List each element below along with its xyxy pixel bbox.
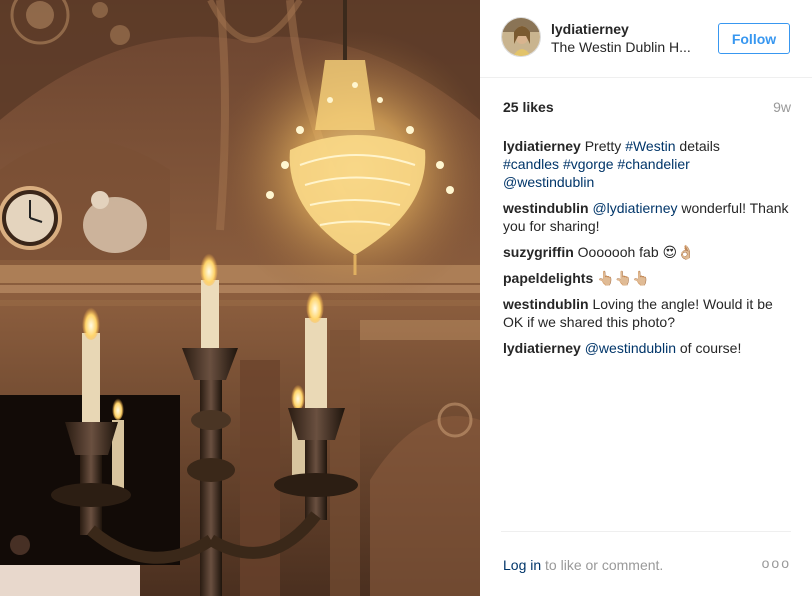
comment-username[interactable]: lydiatierney xyxy=(503,138,581,154)
comment-username[interactable]: lydiatierney xyxy=(503,340,581,356)
comment-item: papeldelights 👆🏼👆🏼👆🏼 xyxy=(503,269,793,287)
comment-footer: Log in to like or comment. ooo xyxy=(501,531,791,596)
mention-link[interactable]: @westindublin xyxy=(585,340,676,356)
mention-link[interactable]: @lydiatierney xyxy=(592,200,677,216)
comment-username[interactable]: westindublin xyxy=(503,200,589,216)
comment-text: 👆🏼👆🏼👆🏼 xyxy=(593,270,650,286)
post-header: lydiatierney The Westin Dublin H... Foll… xyxy=(480,0,812,78)
comment-item: westindublin @lydiatierney wonderful! Th… xyxy=(503,199,793,235)
likes-row: 25 likes 9w xyxy=(503,99,791,119)
caption-text: details xyxy=(675,138,720,154)
post-age[interactable]: 9w xyxy=(773,99,791,115)
location-link[interactable]: The Westin Dublin H... xyxy=(551,39,701,55)
avatar[interactable] xyxy=(501,17,541,57)
post-side-panel: lydiatierney The Westin Dublin H... Foll… xyxy=(480,0,812,596)
comment-username[interactable]: papeldelights xyxy=(503,270,593,286)
login-prompt-text: to like or comment. xyxy=(541,557,664,573)
ellipsis-icon[interactable]: ooo xyxy=(762,555,791,571)
comment-username[interactable]: suzygriffin xyxy=(503,244,574,260)
caption-text: Pretty xyxy=(580,138,626,154)
comment-text: Ooooooh fab 😍👌🏼 xyxy=(573,244,695,260)
hashtag-link[interactable]: #candles xyxy=(503,156,559,172)
comment-list: lydiatierney Pretty #Westin details #can… xyxy=(503,137,793,365)
author-username[interactable]: lydiatierney xyxy=(551,21,629,37)
likes-count[interactable]: 25 likes xyxy=(503,99,554,115)
comment-item: lydiatierney @westindublin of course! xyxy=(503,339,793,357)
comment-item: westindublin Loving the angle! Would it … xyxy=(503,295,793,331)
login-prompt: Log in to like or comment. xyxy=(503,557,663,573)
mention-link[interactable]: @westindublin xyxy=(503,174,594,190)
comment-text: of course! xyxy=(675,340,742,356)
hashtag-link[interactable]: #chandelier xyxy=(617,156,689,172)
post-photo[interactable] xyxy=(0,0,480,596)
follow-button[interactable]: Follow xyxy=(718,23,790,54)
login-link[interactable]: Log in xyxy=(503,557,541,573)
ballroom-photo xyxy=(0,0,480,596)
hashtag-link[interactable]: #vgorge xyxy=(563,156,614,172)
avatar-image xyxy=(502,18,540,56)
comment-username[interactable]: westindublin xyxy=(503,296,589,312)
hashtag-link[interactable]: #Westin xyxy=(625,138,675,154)
comment-item: suzygriffin Ooooooh fab 😍👌🏼 xyxy=(503,243,793,261)
caption: lydiatierney Pretty #Westin details #can… xyxy=(503,137,793,191)
